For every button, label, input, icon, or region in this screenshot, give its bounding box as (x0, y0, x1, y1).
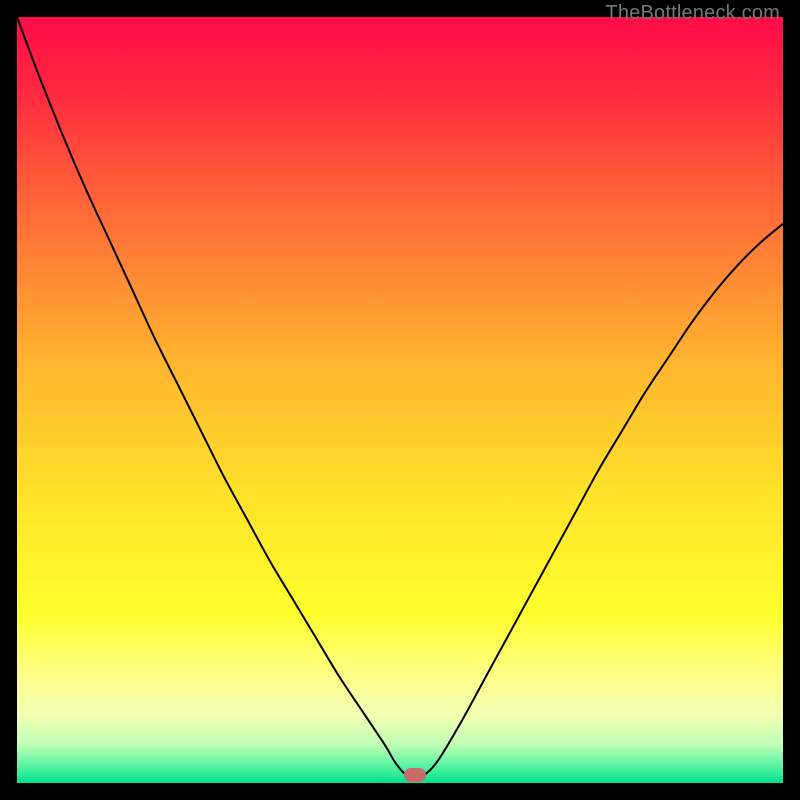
optimum-marker (404, 768, 426, 782)
plot-area (17, 17, 783, 783)
chart-line-layer (17, 17, 783, 783)
watermark-text: TheBottleneck.com (605, 2, 780, 25)
bottleneck-curve (17, 17, 783, 777)
chart-container: TheBottleneck.com (0, 0, 800, 800)
